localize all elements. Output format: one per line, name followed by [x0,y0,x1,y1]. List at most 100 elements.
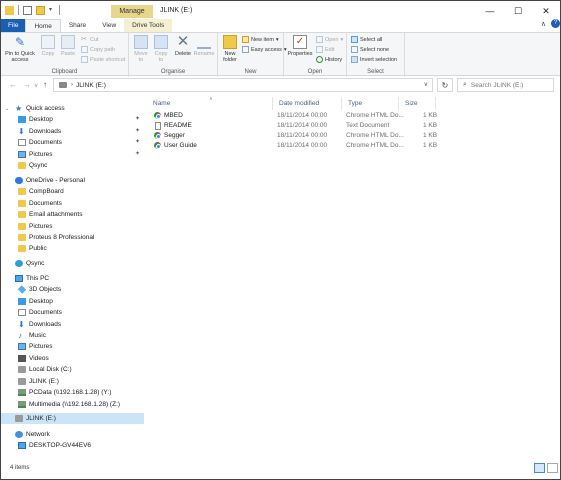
collapse-ribbon-icon[interactable]: ∧ [541,20,546,28]
file-row[interactable]: README 18/11/2014 00:00 Text Document 1 … [151,121,437,131]
nav-item-3d-objects[interactable]: 3D Objects [1,284,144,295]
file-date: 18/11/2014 00:00 [277,142,328,149]
file-name: MBED [164,112,183,119]
navigation-pane: ⌄ ★ Quick access Desktop ✦ ⬇ Downloads ✦ Do… [1,95,144,459]
nav-item-pcdata[interactable]: PCData (\\192.168.1.28) (Y:) [1,387,144,398]
copy-to-button[interactable]: Copy to [152,35,170,63]
tab-view[interactable]: View [94,19,124,32]
ribbon-tabs: File Home Share View Drive Tools ∧ ? [1,18,560,32]
qsync-icon [15,260,23,267]
help-icon[interactable]: ? [551,19,560,28]
nav-qsync[interactable]: Qsync [1,258,144,269]
open-button[interactable]: Open ▾ [316,36,343,43]
properties-button[interactable]: ✓ Properties [287,35,313,57]
nav-network[interactable]: Network [1,429,144,440]
file-row[interactable]: User Guide 18/11/2014 00:00 Chrome HTML … [151,141,437,151]
nav-item-music[interactable]: ♪ Music [1,330,144,341]
column-header-date-modified[interactable]: Date modified [273,97,342,110]
properties-icon[interactable] [23,5,32,15]
column-header-type[interactable]: Type [342,97,399,110]
nav-item-pictures[interactable]: Pictures ✦ [1,149,144,160]
nav-item-pc-documents[interactable]: Documents [1,307,144,318]
nav-item-videos[interactable]: Videos [1,353,144,364]
pin-to-quick-access-button[interactable]: ✎ Pin to Quick access [5,35,35,63]
pictures-icon [18,343,26,350]
address-bar[interactable]: › JLINK (E:) ∨ [53,78,433,92]
rename-button[interactable]: Rename [194,35,214,57]
tab-share[interactable]: Share [61,19,94,32]
copy-icon [41,35,55,49]
open-group: ✓ Properties Open ▾ Edit History Open [284,33,347,77]
recent-locations-chevron-icon[interactable]: ∨ [34,82,38,89]
nav-item-email-attachments[interactable]: Email attachments [1,209,144,220]
delete-button[interactable]: ✕ Delete [174,33,192,57]
move-to-button[interactable]: Move to [132,35,150,63]
select-none-button[interactable]: Select none [351,46,389,53]
paste-shortcut-button[interactable]: Paste shortcut [81,56,125,63]
nav-item-multimedia[interactable]: Multimedia (\\192.168.1.28) (Z:) [1,399,144,410]
move-to-icon [134,35,148,49]
nav-item-documents[interactable]: Documents ✦ [1,137,144,148]
copy-button[interactable]: Copy [39,35,57,57]
copy-path-button[interactable]: Copy path [81,46,115,53]
document-icon [18,309,26,316]
edit-button[interactable]: Edit [316,46,334,53]
back-arrow-icon[interactable]: ← [9,80,17,89]
nav-item-jlink-pc[interactable]: JLINK (E:) [1,376,144,387]
tab-file[interactable]: File [1,19,26,32]
history-button[interactable]: History [316,56,342,63]
nav-item-downloads[interactable]: ⬇ Downloads ✦ [1,126,144,137]
select-all-button[interactable]: Select all [351,36,382,43]
pin-icon: ✦ [134,151,140,157]
chrome-icon [154,132,161,139]
chevron-down-icon[interactable]: ⌄ [5,106,9,112]
nav-item-pc-downloads[interactable]: ⬇ Downloads [1,319,144,330]
up-arrow-icon[interactable]: ↑ [43,80,47,89]
new-folder-button[interactable]: New folder [220,35,240,63]
column-header-size[interactable]: Size [399,97,436,110]
search-placeholder: Search JLINK (E:) [470,81,524,89]
tab-home[interactable]: Home [25,19,61,32]
nav-this-pc[interactable]: This PC [1,273,144,284]
manage-contextual-tab[interactable]: Manage [111,5,153,18]
delete-x-icon: ✕ [176,33,190,50]
forward-arrow-icon[interactable]: → [23,80,31,89]
file-row[interactable]: Segger 18/11/2014 00:00 Chrome HTML Do..… [151,131,437,141]
details-view-icon[interactable] [534,463,545,473]
nav-item-qsync-pinned[interactable]: Qsync [1,160,144,171]
nav-onedrive[interactable]: OneDrive - Personal [1,175,144,186]
nav-item-pc-desktop[interactable]: Desktop [1,296,144,307]
new-item-button[interactable]: New item ▾ [242,36,279,43]
nav-item-proteus[interactable]: Proteus 8 Professional [1,232,144,243]
large-icons-view-icon[interactable] [547,463,558,473]
network-drive-icon [18,401,26,408]
column-header-name[interactable]: Name [147,97,273,110]
nav-item-desktop-computer[interactable]: DESKTOP-GV44EV6 [1,440,144,451]
nav-item-local-disk[interactable]: Local Disk (C:) [1,364,144,375]
chevron-down-icon[interactable]: ∨ [424,81,428,88]
nav-jlink-drive[interactable]: JLINK (E:) [1,413,144,424]
clipboard-group: ✎ Pin to Quick access Copy Paste ✂ Cut Co… [1,33,129,77]
easy-access-button[interactable]: Easy access ▾ [242,46,287,53]
paste-button[interactable]: Paste [59,35,77,57]
folder-icon [18,162,26,169]
nav-item-pc-pictures[interactable]: Pictures [1,341,144,352]
nav-item-desktop[interactable]: Desktop ✦ [1,114,144,125]
nav-item-onedrive-pictures[interactable]: Pictures [1,221,144,232]
nav-item-compboard[interactable]: CompBoard [1,186,144,197]
tab-drive-tools[interactable]: Drive Tools [124,19,173,32]
search-input[interactable]: ⌕ Search JLINK (E:) [457,78,554,92]
chevron-down-icon[interactable]: ▾ [49,6,55,15]
folder-icon [18,223,26,230]
new-folder-icon[interactable] [36,5,45,15]
nav-quick-access[interactable]: ⌄ ★ Quick access [1,103,144,114]
file-row[interactable]: MBED 18/11/2014 00:00 Chrome HTML Do... … [151,111,437,121]
onedrive-cloud-icon [15,177,23,184]
nav-item-onedrive-documents[interactable]: Documents [1,198,144,209]
cut-button[interactable]: ✂ Cut [81,36,99,43]
nav-item-public[interactable]: Public [1,243,144,254]
refresh-button[interactable]: ↻ [437,78,453,92]
3d-objects-icon [17,285,27,294]
folder-icon [18,245,26,252]
invert-selection-button[interactable]: Invert selection [351,56,397,63]
